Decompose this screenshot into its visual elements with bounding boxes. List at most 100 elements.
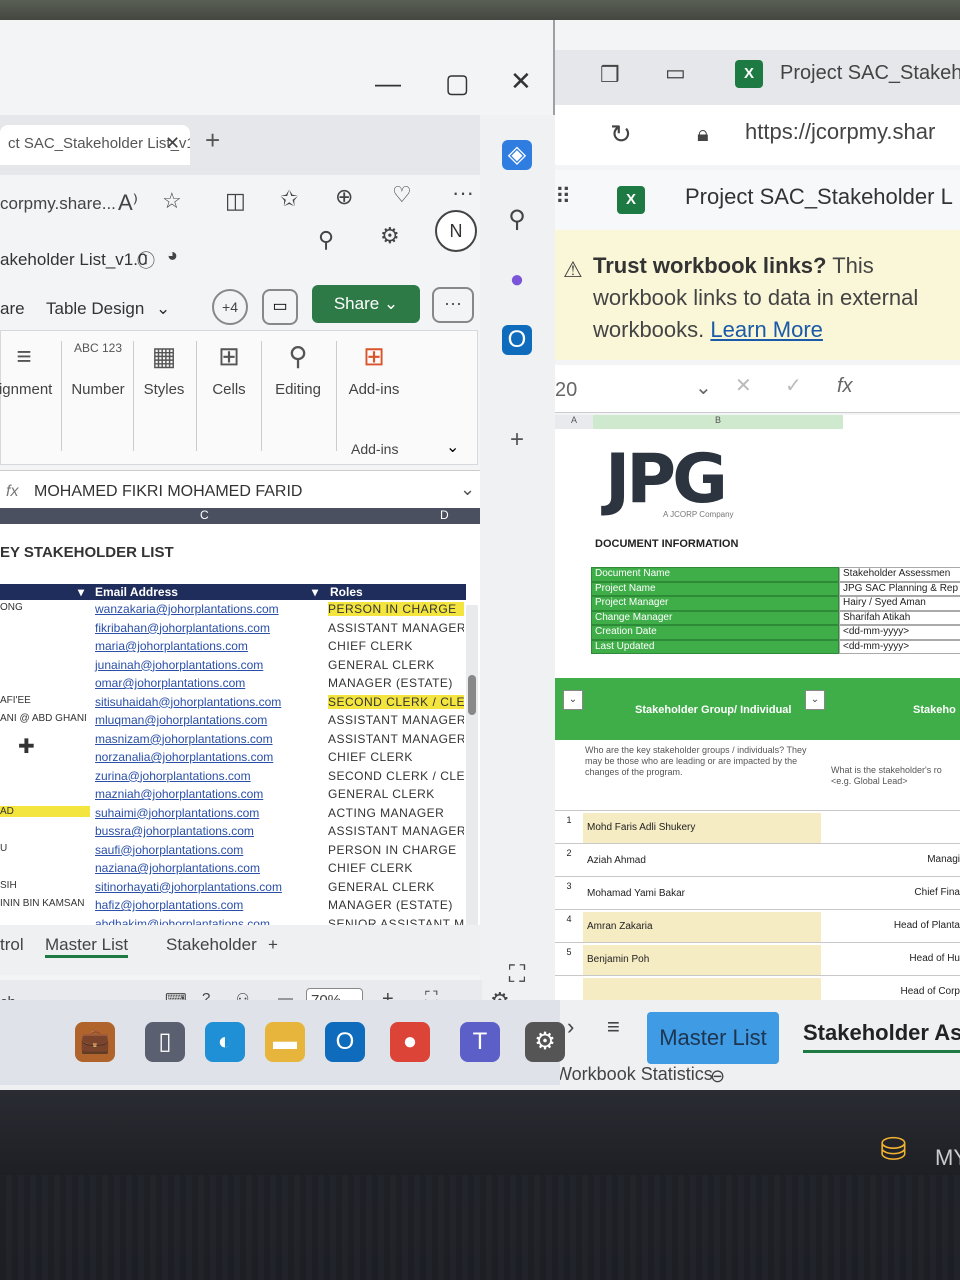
doc-info-row[interactable]: Last Updated <dd-mm-yyyy> bbox=[591, 639, 960, 654]
vertical-scrollbar[interactable] bbox=[466, 605, 478, 955]
sheet-tab-master-list[interactable]: Master List bbox=[647, 1012, 779, 1064]
table-row[interactable]: fikribahan@johorplantations.com ASSISTANT… bbox=[0, 621, 466, 639]
column-b[interactable]: B bbox=[593, 415, 843, 429]
email-link[interactable]: sitinorhayati@johorplantations.com bbox=[95, 880, 282, 894]
app-launcher-icon[interactable]: ⠿ bbox=[555, 184, 571, 210]
doc-info-value[interactable]: <dd-mm-yyyy> bbox=[839, 639, 960, 654]
formula-bar[interactable]: 20 ⌄ ✕ ✓ fx bbox=[555, 365, 960, 413]
column-c[interactable]: C bbox=[200, 508, 209, 522]
table-row[interactable]: norzanalia@johorplantations.com CHIEF CLE… bbox=[0, 750, 466, 768]
collections-icon[interactable]: ⊕ bbox=[335, 184, 353, 210]
task-view-icon[interactable]: ▯ bbox=[145, 1022, 185, 1062]
role-cell[interactable]: CHIEF CLERK bbox=[328, 750, 464, 764]
doc-info-row[interactable]: Project Name JPG SAC Planning & Rep bbox=[591, 581, 960, 596]
stakeholder-role[interactable]: Head of Corp bbox=[831, 986, 960, 997]
table-row[interactable]: Usaufi@johorplantations.com PERSON IN CHA… bbox=[0, 843, 466, 861]
workbook-statistics[interactable]: Workbook Statistics bbox=[555, 1064, 713, 1085]
role-cell[interactable]: MANAGER (ESTATE) bbox=[328, 898, 464, 912]
stakeholder-row[interactable]: 4 Amran Zakaria Head of Planta bbox=[555, 909, 960, 943]
scroll-thumb[interactable] bbox=[468, 675, 476, 715]
favorite-star-icon[interactable]: ☆ bbox=[162, 188, 182, 214]
fx-icon[interactable]: fx bbox=[837, 375, 853, 398]
maximize-button[interactable]: ▢ bbox=[445, 68, 470, 99]
vertical-tabs-icon[interactable]: ▭ bbox=[665, 60, 686, 86]
stakeholder-role[interactable]: Head of Hu bbox=[831, 953, 960, 964]
file-explorer-icon[interactable]: ▬ bbox=[265, 1022, 305, 1062]
ribbon-styles[interactable]: ▦ Styles bbox=[129, 341, 199, 398]
sheet-tab-master-list[interactable]: Master List bbox=[45, 935, 129, 958]
stakeholder-name[interactable]: Mohd Faris Adli Shukery bbox=[583, 813, 821, 843]
doc-info-value[interactable]: <dd-mm-yyyy> bbox=[839, 625, 960, 640]
search-icon[interactable]: ⚲ bbox=[502, 205, 532, 235]
table-row[interactable]: omar@johorplantations.com MANAGER (ESTATE… bbox=[0, 676, 466, 694]
refresh-icon[interactable]: ↻ bbox=[610, 119, 632, 150]
filter-icon[interactable]: ⌄ bbox=[563, 690, 583, 710]
role-cell[interactable]: ASSISTANT MANAGER bbox=[328, 713, 464, 727]
formula-bar[interactable]: fx MOHAMED FIKRI MOHAMED FARID ⌄ bbox=[0, 470, 482, 512]
sheet-tab-stakeholder-assessment[interactable]: Stakeholder As bbox=[803, 1020, 960, 1053]
cancel-icon[interactable]: ✕ bbox=[735, 373, 752, 398]
stakeholder-name[interactable]: Mohamad Yami Bakar bbox=[583, 879, 821, 909]
spreadsheet-grid[interactable]: A B JPG A JCORP Company DOCUMENT INFORMA… bbox=[555, 415, 960, 1000]
chevron-right-icon[interactable]: › bbox=[567, 1014, 574, 1040]
name-cell[interactable]: ANI @ ABD GHANI bbox=[0, 713, 90, 724]
email-link[interactable]: hafiz@johorplantations.com bbox=[95, 898, 243, 912]
cell-reference[interactable]: 20 bbox=[555, 379, 577, 402]
email-link[interactable]: fikribahan@johorplantations.com bbox=[95, 621, 270, 635]
new-tab-icon[interactable]: + bbox=[205, 125, 220, 156]
role-cell[interactable]: SECOND CLERK / CLERK bbox=[328, 769, 464, 783]
stakeholder-role[interactable]: Managi bbox=[831, 854, 960, 865]
collaborators-count[interactable]: +4 bbox=[212, 289, 248, 325]
doc-info-row[interactable]: Creation Date <dd-mm-yyyy> bbox=[591, 625, 960, 640]
column-d[interactable]: D bbox=[440, 508, 449, 522]
link-icon[interactable]: ⊖ bbox=[710, 1066, 725, 1087]
stakeholder-name[interactable]: Amran Zakaria bbox=[583, 912, 821, 942]
comment-icon[interactable]: ▭ bbox=[262, 289, 298, 325]
stakeholder-row[interactable]: 5 Benjamin Poh Head of Hu bbox=[555, 942, 960, 976]
column-a[interactable]: A bbox=[555, 415, 593, 429]
briefcase-icon[interactable]: 💼 bbox=[75, 1022, 115, 1062]
role-cell[interactable]: GENERAL CLERK bbox=[328, 880, 464, 894]
outlook-icon[interactable]: O bbox=[325, 1022, 365, 1062]
table-row[interactable]: naziana@johorplantations.com CHIEF CLERK bbox=[0, 861, 466, 879]
menu-table-design[interactable]: Table Design bbox=[46, 299, 144, 319]
edge-icon[interactable]: ◐ bbox=[205, 1022, 245, 1062]
workbook-title[interactable]: Project SAC_Stakeholder L bbox=[685, 184, 953, 210]
split-screen-icon[interactable]: ◫ bbox=[225, 188, 246, 214]
email-link[interactable]: masnizam@johorplantations.com bbox=[95, 732, 273, 746]
spreadsheet-grid[interactable]: EY STAKEHOLDER LIST ▾ Email Address ▾ Ro… bbox=[0, 524, 482, 934]
gear-icon[interactable]: ⚙ bbox=[380, 223, 400, 249]
settings-icon[interactable]: ⚙ bbox=[525, 1022, 565, 1062]
workspaces-icon[interactable]: ❒ bbox=[600, 62, 620, 88]
stakeholder-role[interactable]: Chief Fina bbox=[831, 887, 960, 898]
add-sidebar-app-icon[interactable]: + bbox=[502, 425, 532, 455]
doc-info-value[interactable]: Hairy / Syed Aman bbox=[839, 596, 960, 611]
email-link[interactable]: junainah@johorplantations.com bbox=[95, 658, 263, 672]
share-button[interactable]: Share ⌄ bbox=[312, 285, 420, 323]
email-link[interactable]: norzanalia@johorplantations.com bbox=[95, 750, 273, 764]
header-stakeholder-group[interactable]: Stakeholder Group/ Individual bbox=[635, 704, 791, 716]
email-link[interactable]: naziana@johorplantations.com bbox=[95, 861, 260, 875]
email-link[interactable]: maria@johorplantations.com bbox=[95, 639, 248, 653]
ribbon-addins[interactable]: ⊞ Add-ins bbox=[339, 341, 409, 398]
doc-info-value[interactable]: Stakeholder Assessmen bbox=[839, 567, 960, 582]
role-cell[interactable]: ASSISTANT MANAGER bbox=[328, 732, 464, 746]
chrome-icon[interactable]: ● bbox=[390, 1022, 430, 1062]
role-cell[interactable]: ASSISTANT MANAGER bbox=[328, 824, 464, 838]
role-cell[interactable]: CHIEF CLERK bbox=[328, 861, 464, 875]
role-cell[interactable]: PERSON IN CHARGE bbox=[328, 843, 464, 857]
email-link[interactable]: bussra@johorplantations.com bbox=[95, 824, 254, 838]
doc-info-row[interactable]: Project Manager Hairy / Syed Aman bbox=[591, 596, 960, 611]
table-row[interactable]: ININ BIN KAMSAN hafiz@johorplantations.co… bbox=[0, 898, 466, 916]
teams-icon[interactable]: T bbox=[460, 1022, 500, 1062]
ribbon-number[interactable]: ABC 123 Number bbox=[63, 341, 133, 398]
email-link[interactable]: suhaimi@johorplantations.com bbox=[95, 806, 259, 820]
stakeholder-role[interactable]: Head of Planta bbox=[831, 920, 960, 931]
avatar[interactable]: N bbox=[435, 210, 477, 252]
favorites-icon[interactable]: ✩ bbox=[280, 186, 298, 212]
tab-title[interactable]: Project SAC_Stakeh bbox=[780, 62, 960, 85]
role-cell[interactable]: PERSON IN CHARGE bbox=[328, 602, 464, 616]
copilot-icon[interactable]: ◈ bbox=[502, 140, 532, 170]
name-cell[interactable]: AD bbox=[0, 805, 90, 817]
email-link[interactable]: zurina@johorplantations.com bbox=[95, 769, 251, 783]
